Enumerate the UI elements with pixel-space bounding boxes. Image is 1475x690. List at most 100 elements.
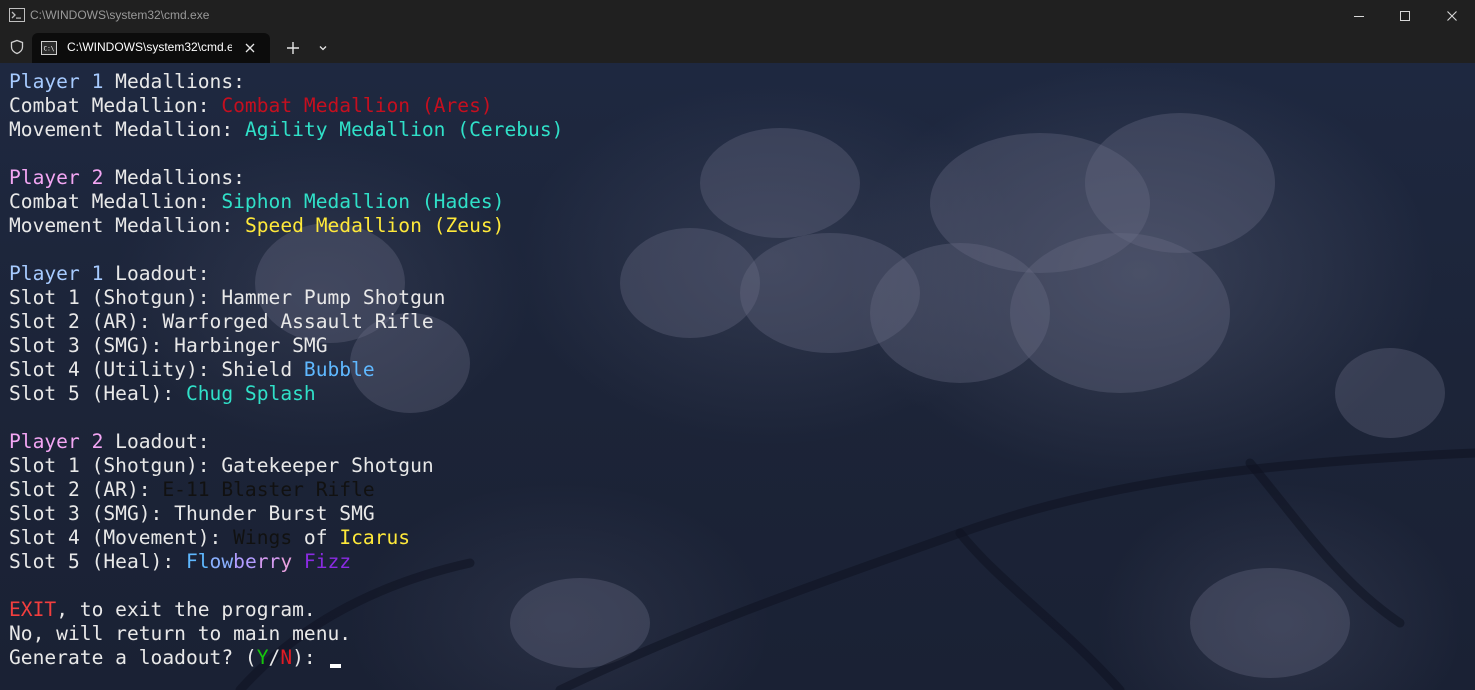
console-char: b <box>233 550 245 573</box>
scrollbar[interactable] <box>1469 63 1475 690</box>
console-text: Slot 4 (Movement): <box>9 526 234 549</box>
console-line: Combat Medallion: Siphon Medallion (Hade… <box>9 190 563 214</box>
close-window-button[interactable] <box>1429 0 1475 31</box>
console-line: Player 2 Medallions: <box>9 166 563 190</box>
console-text: Speed Medallion (Zeus) <box>244 214 505 237</box>
console-text: Player 1 <box>9 70 104 93</box>
console-text: Fizz <box>303 550 352 573</box>
console-text: ): <box>292 646 328 669</box>
console-line: Slot 5 (Heal): Flowberry Fizz <box>9 550 563 574</box>
new-tab-button[interactable] <box>282 37 304 59</box>
console-char: e <box>244 550 257 573</box>
close-icon <box>1447 10 1457 21</box>
maximize-button[interactable] <box>1382 0 1428 31</box>
console-text: Medallions: <box>103 166 245 189</box>
console-text: Medallions: <box>103 70 245 93</box>
console-text: Wings <box>233 526 293 549</box>
console-text: Player 1 <box>9 262 104 285</box>
console-text: Loadout: <box>103 430 210 453</box>
close-icon[interactable] <box>242 40 258 56</box>
console-line: No, will return to main menu. <box>9 622 563 646</box>
console-area[interactable]: Player 1 Medallions: Combat Medallion: Co… <box>0 63 1475 690</box>
console-line: Player 1 Loadout: <box>9 262 563 286</box>
console-char: r <box>256 550 269 573</box>
console-line: Slot 1 (Shotgun): Gatekeeper Shotgun <box>9 454 563 478</box>
chevron-down-icon <box>319 46 327 51</box>
console-text: Slot 1 (Shotgun): Gatekeeper Shotgun <box>9 454 434 477</box>
plus-icon <box>287 42 299 54</box>
console-text: No, will return to main menu. <box>9 622 352 645</box>
shield-icon[interactable] <box>9 39 25 55</box>
window-title: C:\WINDOWS\system32\cmd.exe <box>30 8 210 22</box>
terminal-icon <box>9 8 25 22</box>
console-text: Combat Medallion (Ares) <box>221 94 493 117</box>
console-line: Slot 2 (AR): Warforged Assault Rifle <box>9 310 563 334</box>
console-line: Player 1 Medallions: <box>9 70 563 94</box>
console-text: Generate a loadout? ( <box>9 646 257 669</box>
maximize-icon <box>1400 10 1410 21</box>
console-text: Icarus <box>339 526 411 549</box>
terminal-icon: C:\ <box>41 41 57 55</box>
title-bar[interactable]: C:\WINDOWS\system32\cmd.exe <box>0 0 1475 31</box>
console-text: Slot 1 (Shotgun): Hammer Pump Shotgun <box>9 286 446 309</box>
console-char: y <box>280 550 293 573</box>
console-line: Movement Medallion: Speed Medallion (Zeu… <box>9 214 563 238</box>
console-text: E-11 Blaster Rifle <box>162 478 375 501</box>
console-text: Slot 4 (Utility): Shield <box>9 358 304 381</box>
console-text: Movement Medallion: <box>9 214 245 237</box>
minimize-button[interactable] <box>1336 0 1382 31</box>
text-cursor <box>329 664 341 668</box>
console-line: Slot 1 (Shotgun): Hammer Pump Shotgun <box>9 286 563 310</box>
console-line: Player 2 Loadout: <box>9 430 563 454</box>
console-text: Combat Medallion: <box>9 190 222 213</box>
terminal-window: C:\WINDOWS\system32\cmd.exe C:\ C:\WINDO… <box>0 0 1475 690</box>
tab-dropdown-button[interactable] <box>313 37 333 59</box>
console-line: Slot 3 (SMG): Harbinger SMG <box>9 334 563 358</box>
console-text: Flowberry <box>186 550 292 573</box>
console-text: Slot 3 (SMG): Harbinger SMG <box>9 334 328 357</box>
svg-text:C:\: C:\ <box>44 46 55 53</box>
console-text: Bubble <box>303 358 375 381</box>
console-line: Slot 4 (Utility): Shield Bubble <box>9 358 563 382</box>
console-line: Slot 5 (Heal): Chug Splash <box>9 382 563 406</box>
console-text: Agility Medallion (Cerebus) <box>244 118 564 141</box>
console-text: Slot 3 (SMG): Thunder Burst SMG <box>9 502 375 525</box>
tab-title: C:\WINDOWS\system32\cmd.exe <box>67 40 232 54</box>
tab-cmd[interactable]: C:\ C:\WINDOWS\system32\cmd.exe <box>32 33 270 63</box>
console-char: r <box>268 550 281 573</box>
console-char: l <box>197 550 210 573</box>
console-line: EXIT, to exit the program. <box>9 598 563 622</box>
console-char: w <box>221 550 234 573</box>
console-text: Slot 2 (AR): Warforged Assault Rifle <box>9 310 434 333</box>
console-line: Slot 3 (SMG): Thunder Burst SMG <box>9 502 563 526</box>
console-line: Combat Medallion: Combat Medallion (Ares… <box>9 94 563 118</box>
console-text: Slot 5 (Heal): <box>9 382 186 405</box>
console-text: Y <box>256 646 269 669</box>
console-text: Combat Medallion: <box>9 94 222 117</box>
console-text: N <box>280 646 293 669</box>
console-output: Player 1 Medallions: Combat Medallion: Co… <box>9 70 563 670</box>
console-text: EXIT <box>9 598 57 621</box>
console-text: Movement Medallion: <box>9 118 245 141</box>
console-text: Player 2 <box>9 166 104 189</box>
console-line: Slot 2 (AR): E-11 Blaster Rifle <box>9 478 563 502</box>
console-text: Slot 5 (Heal): <box>9 550 186 573</box>
console-text: , to exit the program. <box>56 598 316 621</box>
console-text: Slot 2 (AR): <box>9 478 163 501</box>
console-text: of <box>292 526 340 549</box>
console-text: Siphon Medallion (Hades) <box>221 190 505 213</box>
console-line: Generate a loadout? (Y/N): <box>9 646 563 670</box>
minimize-icon <box>1354 15 1364 17</box>
console-text: Chug Splash <box>185 382 316 405</box>
console-text: / <box>268 646 281 669</box>
console-text: Player 2 <box>9 430 104 453</box>
console-text: Loadout: <box>103 262 210 285</box>
console-char: F <box>185 550 198 573</box>
console-char: o <box>209 550 222 573</box>
console-line: Movement Medallion: Agility Medallion (C… <box>9 118 563 142</box>
